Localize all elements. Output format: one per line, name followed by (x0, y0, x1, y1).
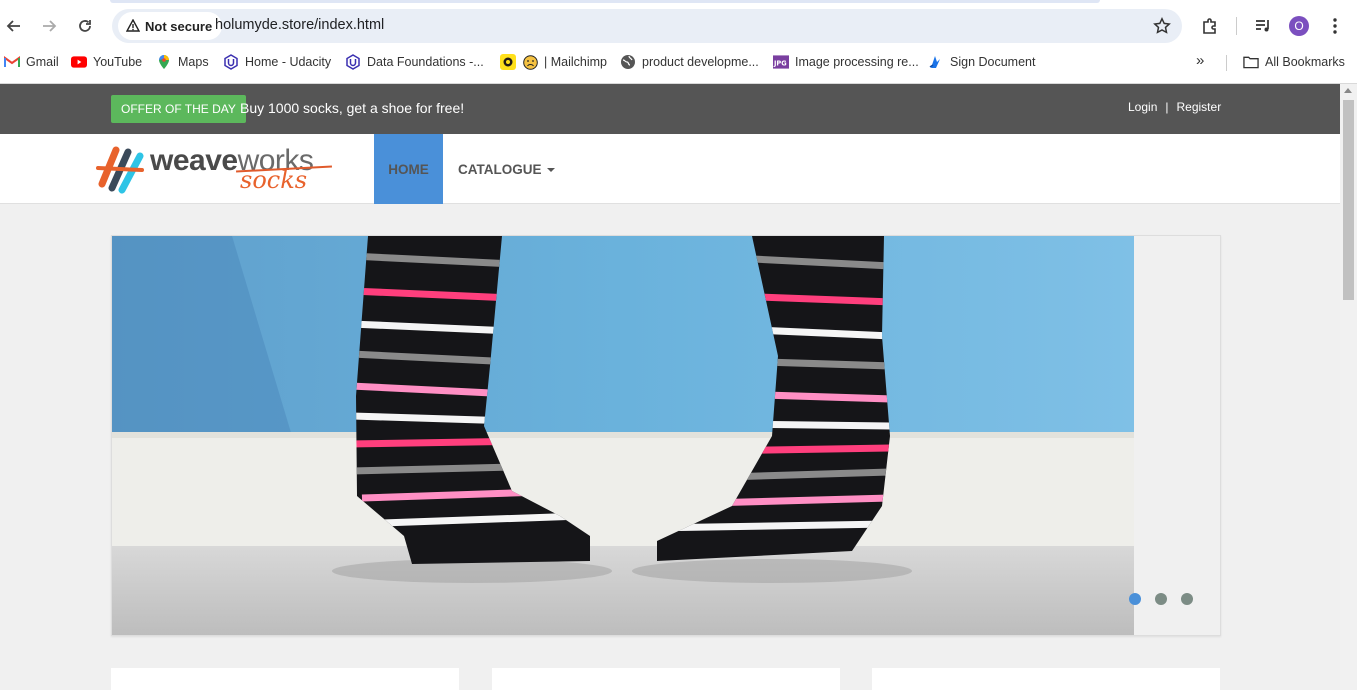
bookmark-label: Maps (178, 55, 209, 69)
udacity-icon (223, 54, 239, 70)
address-bar[interactable]: Not secure holumyde.store/index.html (112, 9, 1182, 43)
carousel-dot-3[interactable] (1181, 593, 1193, 605)
nav-catalogue[interactable]: CATALOGUE (458, 134, 555, 204)
bookmark-label: All Bookmarks (1265, 55, 1345, 69)
reload-icon (79, 20, 91, 32)
bookmark-maps[interactable]: Maps (156, 54, 209, 70)
bookmark-label: YouTube (93, 55, 143, 69)
page-scrollbar[interactable] (1340, 84, 1357, 690)
offer-badge: OFFER OF THE DAY (111, 95, 246, 123)
svg-text:JPG: JPG (773, 59, 787, 67)
offer-topbar: OFFER OF THE DAY Buy 1000 socks, get a s… (0, 84, 1340, 134)
weaveworks-logo-mark-icon (96, 146, 144, 194)
bookmark-label: Image processing re... (795, 55, 919, 69)
bookmark-udacity-home[interactable]: Home - Udacity (223, 54, 331, 70)
nav-catalogue-label: CATALOGUE (458, 161, 542, 177)
bookmark-label: | Mailchimp (544, 55, 607, 69)
weaveworks-socks-logo[interactable]: weaveworks socks (96, 144, 336, 196)
bookmark-youtube[interactable]: YouTube (71, 54, 142, 70)
gmail-icon (4, 54, 20, 70)
all-bookmarks-button[interactable]: All Bookmarks (1243, 54, 1345, 70)
bookmark-gmail[interactable]: Gmail (4, 54, 59, 70)
bookmark-image-processing[interactable]: JPG Image processing re... (773, 54, 919, 70)
reload-button[interactable] (72, 13, 98, 39)
bookmark-mailchimp[interactable]: | Mailchimp (500, 54, 607, 70)
bookmarks-separator (1226, 55, 1227, 71)
browser-chrome: Not secure holumyde.store/index.html O G… (0, 0, 1357, 84)
bookmark-star-button[interactable] (1149, 13, 1175, 39)
security-label: Not secure (145, 18, 213, 34)
warning-icon (126, 19, 140, 32)
bookmark-label: Gmail (26, 55, 59, 69)
tab-strip (110, 0, 1100, 3)
jpg-icon: JPG (773, 54, 789, 70)
logo-socks-text: socks (240, 166, 308, 194)
feature-card-2 (492, 668, 840, 690)
carousel-dot-2[interactable] (1155, 593, 1167, 605)
carousel-dot-1[interactable] (1129, 593, 1141, 605)
frown-emoji-icon (522, 54, 538, 70)
url-text[interactable]: holumyde.store/index.html (215, 17, 384, 33)
feature-card-1 (111, 668, 459, 690)
forward-button[interactable] (36, 13, 62, 39)
sign-icon (928, 54, 944, 70)
security-chip[interactable]: Not secure (118, 12, 223, 40)
bookmark-label: Home - Udacity (245, 55, 332, 69)
auth-separator: | (1165, 100, 1169, 114)
back-arrow-icon (6, 20, 20, 32)
bookmark-sign-document[interactable]: Sign Document (928, 54, 1035, 70)
bookmarks-bar: Gmail YouTube Maps Home - Udacity Data F… (0, 50, 1357, 76)
main-navbar: weaveworks socks HOME CATALOGUE (0, 134, 1340, 204)
star-icon (1153, 17, 1171, 34)
bookmark-label: Data Foundations -... (367, 55, 484, 69)
scroll-up-arrow-icon[interactable] (1344, 88, 1352, 93)
profile-avatar[interactable]: O (1289, 16, 1309, 36)
mailchimp-icon (500, 54, 516, 70)
bookmark-label: product developme... (642, 55, 759, 69)
auth-links: Login | Register (1128, 100, 1221, 114)
globe-icon (620, 54, 636, 70)
folder-icon (1243, 54, 1259, 70)
login-link[interactable]: Login (1128, 100, 1157, 114)
nav-home[interactable]: HOME (374, 134, 443, 204)
toolbar-separator (1236, 17, 1237, 35)
scrollbar-thumb[interactable] (1343, 100, 1354, 300)
maps-icon (156, 54, 172, 70)
offer-text: Buy 1000 socks, get a shoe for free! (240, 100, 465, 116)
forward-arrow-icon (43, 20, 57, 32)
carousel-slide-image (112, 236, 1134, 635)
puzzle-icon (1203, 18, 1216, 34)
extensions-button[interactable] (1197, 13, 1223, 39)
media-control-button[interactable] (1250, 13, 1276, 39)
web-page: OFFER OF THE DAY Buy 1000 socks, get a s… (0, 84, 1340, 690)
bookmark-label: Sign Document (950, 55, 1036, 69)
bookmark-data-foundations[interactable]: Data Foundations -... (345, 54, 484, 70)
udacity-icon (345, 54, 361, 70)
kebab-menu-icon (1333, 18, 1337, 34)
register-link[interactable]: Register (1177, 100, 1222, 114)
caret-down-icon (546, 168, 555, 172)
feature-card-3 (872, 668, 1220, 690)
hero-carousel[interactable] (111, 235, 1221, 636)
back-button[interactable] (1, 13, 27, 39)
bookmark-product-development[interactable]: product developme... (620, 54, 759, 70)
browser-menu-button[interactable] (1322, 13, 1348, 39)
overflow-chevron-icon: » (1196, 52, 1205, 69)
playlist-music-icon (1256, 20, 1269, 32)
bookmarks-overflow-button[interactable]: » (1196, 52, 1204, 69)
youtube-icon (71, 54, 87, 70)
